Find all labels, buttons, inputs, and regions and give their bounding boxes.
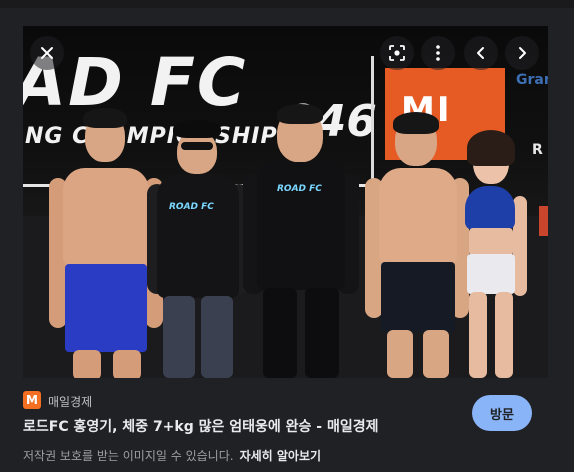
learn-more-link[interactable]: 자세히 알아보기 [240, 449, 321, 463]
more-vert-icon [436, 45, 440, 61]
shirt-logo: ROAD FC [277, 184, 322, 194]
next-image-button[interactable] [505, 36, 539, 70]
visit-button[interactable]: 방문 [472, 395, 532, 431]
image-title-link[interactable]: 로드FC 홍영기, 체중 7+kg 많은 엄태웅에 완승 - 매일경제 [23, 416, 378, 436]
lens-icon [389, 45, 405, 61]
person-middle: ROAD FC [241, 102, 361, 378]
lens-button[interactable] [380, 36, 414, 70]
chevron-left-icon [477, 47, 484, 59]
person-cap: ROAD FC [143, 118, 253, 378]
source-favicon-icon: M [23, 391, 41, 409]
close-icon [41, 47, 53, 59]
side-brand-text: Gran [516, 72, 548, 88]
copyright-notice: 저작권 보호를 받는 이미지일 수 있습니다. 자세히 알아보기 [23, 447, 321, 464]
ring-girl [447, 130, 541, 378]
chevron-right-icon [519, 47, 526, 59]
close-button[interactable] [30, 36, 64, 70]
shirt-logo: ROAD FC [169, 202, 214, 212]
top-edge [0, 0, 574, 8]
photo: AD FC NG CHAMPIONSHIP 046 MI Gran R ROAD… [23, 26, 548, 378]
source-name[interactable]: 매일경제 [48, 393, 92, 410]
copyright-text: 저작권 보호를 받는 이미지일 수 있습니다. [23, 449, 234, 463]
more-options-button[interactable] [421, 36, 455, 70]
image-viewer[interactable]: AD FC NG CHAMPIONSHIP 046 MI Gran R ROAD… [23, 26, 548, 378]
previous-image-button[interactable] [464, 36, 498, 70]
